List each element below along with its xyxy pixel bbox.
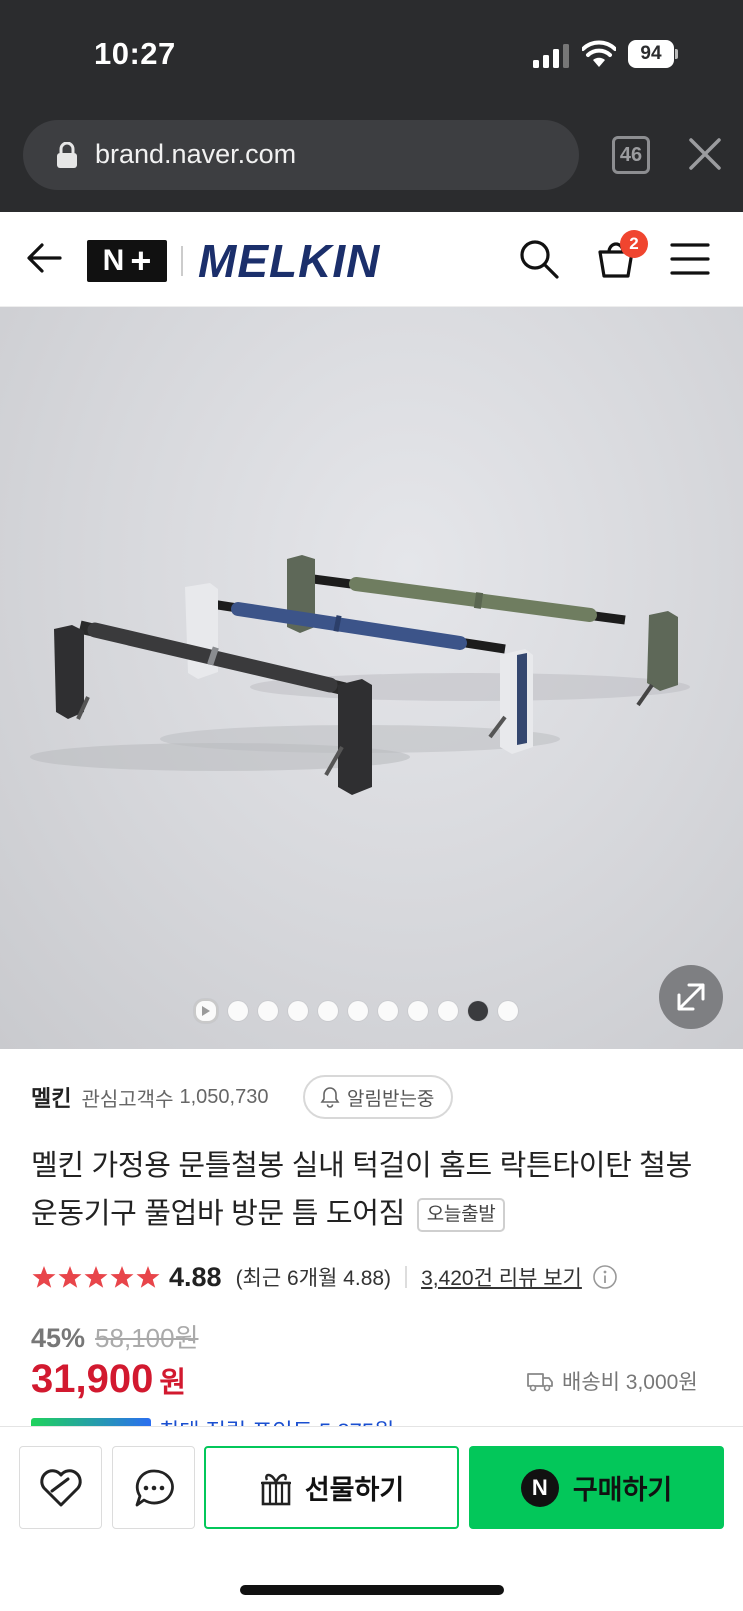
store-info: 멜킨 관심고객수 1,050,730	[31, 1075, 268, 1119]
notification-button[interactable]: 알림받는중	[303, 1075, 453, 1119]
play-icon[interactable]	[194, 999, 218, 1023]
star-icon	[84, 1266, 108, 1288]
wishlist-button[interactable]	[19, 1446, 102, 1529]
gallery-dot[interactable]	[498, 1001, 518, 1021]
cart-count-badge: 2	[620, 230, 648, 258]
battery-level: 94	[628, 40, 674, 68]
expand-button[interactable]	[659, 965, 723, 1029]
gallery-dot[interactable]	[288, 1001, 308, 1021]
store-header: N + MELKIN 2	[0, 212, 743, 307]
gallery-dot[interactable]	[348, 1001, 368, 1021]
points-promo-text: 최대 적립 포인트 5,875원	[159, 1418, 394, 1426]
gallery-dot[interactable]	[438, 1001, 458, 1021]
chat-bubble-icon	[135, 1469, 174, 1506]
talk-button[interactable]	[112, 1446, 195, 1529]
pullup-bars-illustration	[30, 555, 690, 795]
star-icon	[58, 1266, 82, 1288]
gift-label: 선물하기	[304, 1475, 405, 1505]
heart-icon	[39, 1468, 82, 1506]
gallery-pagination	[194, 999, 518, 1023]
wifi-icon	[582, 40, 616, 67]
url-text: brand.naver.com	[95, 139, 297, 169]
star-icon	[110, 1266, 134, 1288]
bottom-action-bar: 선물하기 N 구매하기	[0, 1426, 743, 1536]
naver-pay-icon: N	[520, 1468, 559, 1507]
search-icon[interactable]	[519, 239, 559, 279]
points-promo: 최대 적립 포인트 5,875원	[31, 1418, 461, 1426]
tabs-button[interactable]: 46	[612, 136, 650, 174]
followers-label: 관심고객수	[81, 1088, 174, 1111]
rating-value: 4.88	[169, 1261, 222, 1292]
sale-price: 31,900	[31, 1357, 154, 1401]
discount-rate: 45%	[31, 1323, 86, 1353]
store-name[interactable]: 멜킨	[31, 1081, 71, 1113]
price-row: 31,900 원	[31, 1357, 186, 1402]
rating-divider	[405, 1266, 408, 1288]
brand-logo[interactable]: MELKIN	[198, 234, 380, 288]
home-indicator[interactable]	[240, 1585, 504, 1595]
gallery-dot[interactable]	[378, 1001, 398, 1021]
product-image[interactable]	[0, 307, 743, 1049]
gift-button[interactable]: 선물하기	[204, 1446, 459, 1529]
back-arrow-icon[interactable]	[26, 240, 62, 276]
status-bar: 10:27 94	[0, 0, 743, 110]
cellular-signal-icon	[533, 44, 569, 68]
address-bar[interactable]: brand.naver.com	[23, 120, 579, 190]
naver-plus-logo[interactable]: N +	[87, 240, 167, 282]
shipping-text: 배송비 3,000원	[562, 1371, 698, 1394]
price-unit: 원	[159, 1367, 187, 1399]
original-price: 58,100원	[95, 1323, 199, 1353]
product-title-text: 멜킨 가정용 문틀철봉 실내 턱걸이 홈트 락튼타이탄 철봉 운동기구 풀업바 …	[31, 1150, 693, 1230]
notification-label: 알림받는중	[347, 1088, 435, 1110]
product-title: 멜킨 가정용 문틀철봉 실내 턱걸이 홈트 락튼타이탄 철봉 운동기구 풀업바 …	[31, 1142, 721, 1238]
gallery-dot[interactable]	[258, 1001, 278, 1021]
gallery-dot[interactable]	[408, 1001, 428, 1021]
gallery-dot[interactable]	[228, 1001, 248, 1021]
today-shipping-badge: 오늘출발	[416, 1198, 506, 1232]
bell-icon	[320, 1087, 340, 1108]
battery-icon: 94	[628, 40, 678, 68]
recent-rating: (최근 6개월 4.88)	[235, 1267, 392, 1290]
menu-icon[interactable]	[670, 242, 710, 276]
star-rating	[31, 1264, 161, 1290]
gallery-dot[interactable]	[468, 1001, 488, 1021]
info-icon[interactable]	[592, 1264, 618, 1290]
lock-icon	[57, 142, 77, 168]
buy-label: 구매하기	[572, 1475, 673, 1505]
truck-icon	[527, 1373, 553, 1392]
gift-icon	[260, 1473, 291, 1505]
shipping-fee: 배송비 3,000원	[526, 1366, 698, 1396]
followers-count: 1,050,730	[179, 1085, 269, 1108]
nplus-letter: N	[102, 244, 125, 277]
star-icon	[32, 1266, 56, 1288]
reviews-link[interactable]: 3,420건 리뷰 보기	[421, 1262, 582, 1292]
status-time: 10:27	[94, 36, 176, 71]
browser-toolbar: brand.naver.com 46	[0, 110, 743, 212]
star-icon	[136, 1266, 160, 1288]
expand-icon	[677, 983, 705, 1011]
rating-row: 4.88 (최근 6개월 4.88) 3,420건 리뷰 보기	[31, 1259, 618, 1295]
buy-button[interactable]: N 구매하기	[469, 1446, 724, 1529]
logo-divider	[181, 246, 183, 276]
close-icon[interactable]	[688, 137, 722, 171]
discount-row: 45% 58,100원	[31, 1318, 199, 1355]
gallery-dot[interactable]	[318, 1001, 338, 1021]
